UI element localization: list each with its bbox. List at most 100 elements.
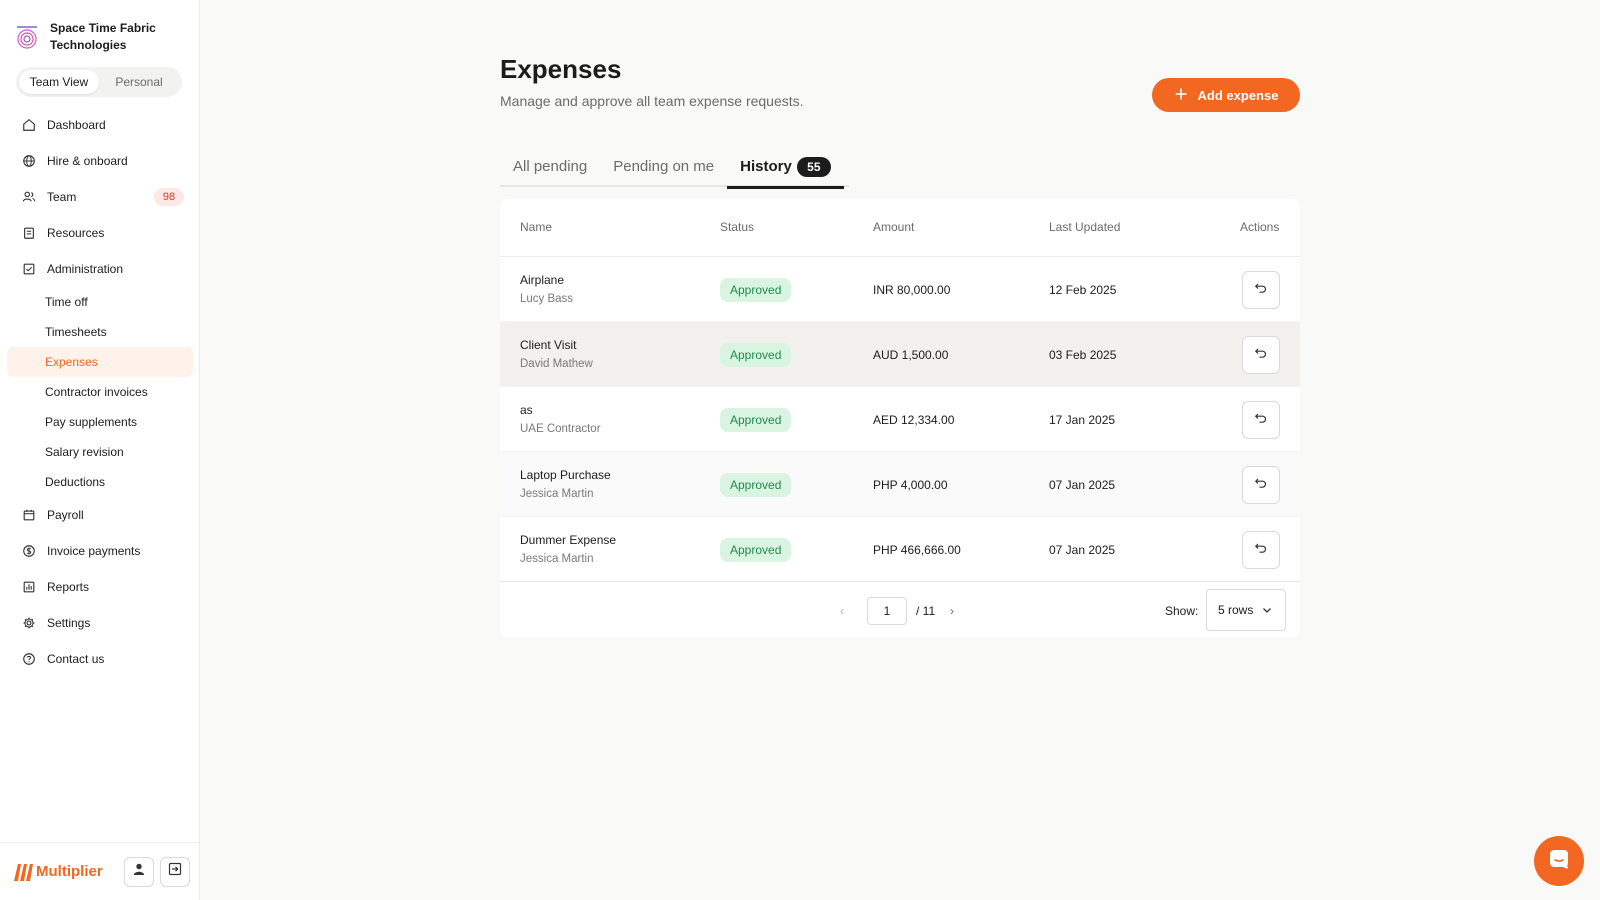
plus-icon (1174, 87, 1188, 104)
expense-amount: PHP 4,000.00 (873, 478, 948, 492)
sidebar: Space Time Fabric Technologies Team View… (0, 0, 200, 900)
sidebar-item-invoice-payments[interactable]: Invoice payments (0, 533, 200, 569)
team-count-badge: 98 (154, 188, 184, 206)
tab-all-pending[interactable]: All pending (500, 146, 600, 187)
table-row[interactable]: Client Visit David Mathew Approved AUD 1… (500, 322, 1300, 387)
sidebar-subitem-time-off[interactable]: Time off (7, 287, 193, 317)
expense-date: 07 Jan 2025 (1049, 543, 1116, 557)
table-row[interactable]: as UAE Contractor Approved AED 12,334.00… (500, 387, 1300, 452)
expenses-table: Name Status Amount Last Updated Actions … (500, 199, 1300, 638)
sidebar-item-payroll[interactable]: Payroll (0, 497, 200, 533)
history-count-badge: 55 (796, 156, 831, 177)
sidebar-item-resources[interactable]: Resources (0, 215, 200, 251)
expense-person: Jessica Martin (520, 488, 594, 500)
expense-name: Client Visit (520, 338, 577, 352)
tab-pending-on-me[interactable]: Pending on me (600, 146, 727, 187)
expense-name: Airplane (520, 273, 565, 287)
revert-button[interactable] (1242, 531, 1280, 569)
sidebar-subitem-contractor-invoices[interactable]: Contractor invoices (7, 377, 193, 407)
undo-icon (1254, 541, 1268, 560)
expense-amount: AUD 1,500.00 (873, 348, 949, 362)
undo-icon (1254, 411, 1268, 430)
sidebar-item-label: Hire & onboard (47, 154, 128, 168)
sidebar-item-contact[interactable]: Contact us (0, 641, 200, 677)
expense-name: Dummer Expense (520, 533, 617, 547)
revert-button[interactable] (1242, 271, 1280, 309)
sidebar-item-dashboard[interactable]: Dashboard (0, 107, 200, 143)
gear-icon (21, 615, 37, 631)
sidebar-item-team[interactable]: Team 98 (0, 179, 200, 215)
personal-view-toggle[interactable]: Personal (99, 70, 179, 94)
page-number-input[interactable] (867, 597, 907, 625)
expense-date: 17 Jan 2025 (1049, 413, 1116, 427)
page-subtitle: Manage and approve all team expense requ… (500, 93, 804, 109)
chevron-left-icon[interactable]: ‹ (840, 604, 844, 618)
report-chart-icon (21, 579, 37, 595)
revert-button[interactable] (1242, 336, 1280, 374)
sidebar-subitem-expenses[interactable]: Expenses (7, 347, 193, 377)
expense-amount: PHP 466,666.00 (873, 543, 961, 557)
brand-logo[interactable]: Multiplier (12, 861, 118, 883)
view-toggle: Team View Personal (16, 67, 182, 97)
table-row[interactable]: Airplane Lucy Bass Approved INR 80,000.0… (500, 257, 1300, 322)
rows-per-page-select[interactable]: 5 rows (1206, 589, 1286, 631)
sidebar-item-label: Payroll (47, 508, 84, 522)
column-header-name: Name (520, 220, 553, 234)
org-switcher[interactable]: Space Time Fabric Technologies (14, 20, 170, 54)
org-name: Space Time Fabric Technologies (50, 21, 156, 52)
sidebar-item-administration[interactable]: Administration (0, 251, 200, 287)
tab-history[interactable]: History 55 (727, 146, 844, 189)
sidebar-item-label: Resources (47, 226, 105, 240)
table-row[interactable]: Laptop Purchase Jessica Martin Approved … (500, 452, 1300, 517)
undo-icon (1254, 281, 1268, 300)
expense-amount: INR 80,000.00 (873, 283, 951, 297)
table-header: Name Status Amount Last Updated Actions (500, 199, 1300, 257)
sidebar-item-settings[interactable]: Settings (0, 605, 200, 641)
column-header-amount: Amount (873, 220, 915, 234)
rows-per-page-value: 5 rows (1218, 603, 1254, 617)
sidebar-item-reports[interactable]: Reports (0, 569, 200, 605)
chevron-right-icon[interactable]: › (950, 604, 954, 618)
dollar-circle-icon (21, 543, 37, 559)
sidebar-item-label: Reports (47, 580, 90, 594)
undo-icon (1254, 476, 1268, 495)
status-badge: Approved (720, 278, 792, 302)
sidebar-footer: Multiplier (0, 842, 200, 900)
tab-history-label: History (740, 158, 792, 175)
logout-button[interactable] (160, 856, 190, 887)
column-header-status: Status (720, 220, 755, 234)
user-icon (132, 862, 146, 881)
add-expense-button[interactable]: Add expense (1152, 78, 1300, 112)
expense-amount: AED 12,334.00 (873, 413, 955, 427)
chevron-down-icon (1261, 604, 1273, 619)
chat-launcher-button[interactable] (1534, 836, 1584, 886)
sidebar-item-label: Team (47, 190, 77, 204)
sidebar-subitem-deductions[interactable]: Deductions (7, 467, 193, 497)
clipboard-icon (21, 225, 37, 241)
sidebar-nav: Dashboard Hire & onboard Team 98 Resourc… (0, 107, 200, 677)
sidebar-subitem-pay-supplements[interactable]: Pay supplements (7, 407, 193, 437)
expense-name: as (520, 403, 533, 417)
checklist-icon (21, 261, 37, 277)
expense-name: Laptop Purchase (520, 468, 611, 482)
sidebar-item-hire[interactable]: Hire & onboard (0, 143, 200, 179)
profile-button[interactable] (124, 856, 154, 887)
team-view-toggle[interactable]: Team View (19, 70, 99, 94)
expense-date: 12 Feb 2025 (1049, 283, 1117, 297)
sidebar-subitem-timesheets[interactable]: Timesheets (7, 317, 193, 347)
undo-icon (1254, 346, 1268, 365)
add-expense-label: Add expense (1197, 87, 1279, 103)
sidebar-subitem-salary-revision[interactable]: Salary revision (7, 437, 193, 467)
expense-date: 07 Jan 2025 (1049, 478, 1116, 492)
org-logo-icon (14, 24, 40, 50)
globe-icon (21, 153, 37, 169)
expense-person: Jessica Martin (520, 553, 594, 565)
table-row[interactable]: Dummer Expense Jessica Martin Approved P… (500, 517, 1300, 582)
expense-date: 03 Feb 2025 (1049, 348, 1117, 362)
sidebar-item-label: Administration (47, 262, 124, 276)
revert-button[interactable] (1242, 401, 1280, 439)
revert-button[interactable] (1242, 466, 1280, 504)
status-badge: Approved (720, 473, 792, 497)
expense-tabs: All pending Pending on me History 55 (500, 146, 849, 189)
multiplier-logo-icon (14, 863, 33, 881)
